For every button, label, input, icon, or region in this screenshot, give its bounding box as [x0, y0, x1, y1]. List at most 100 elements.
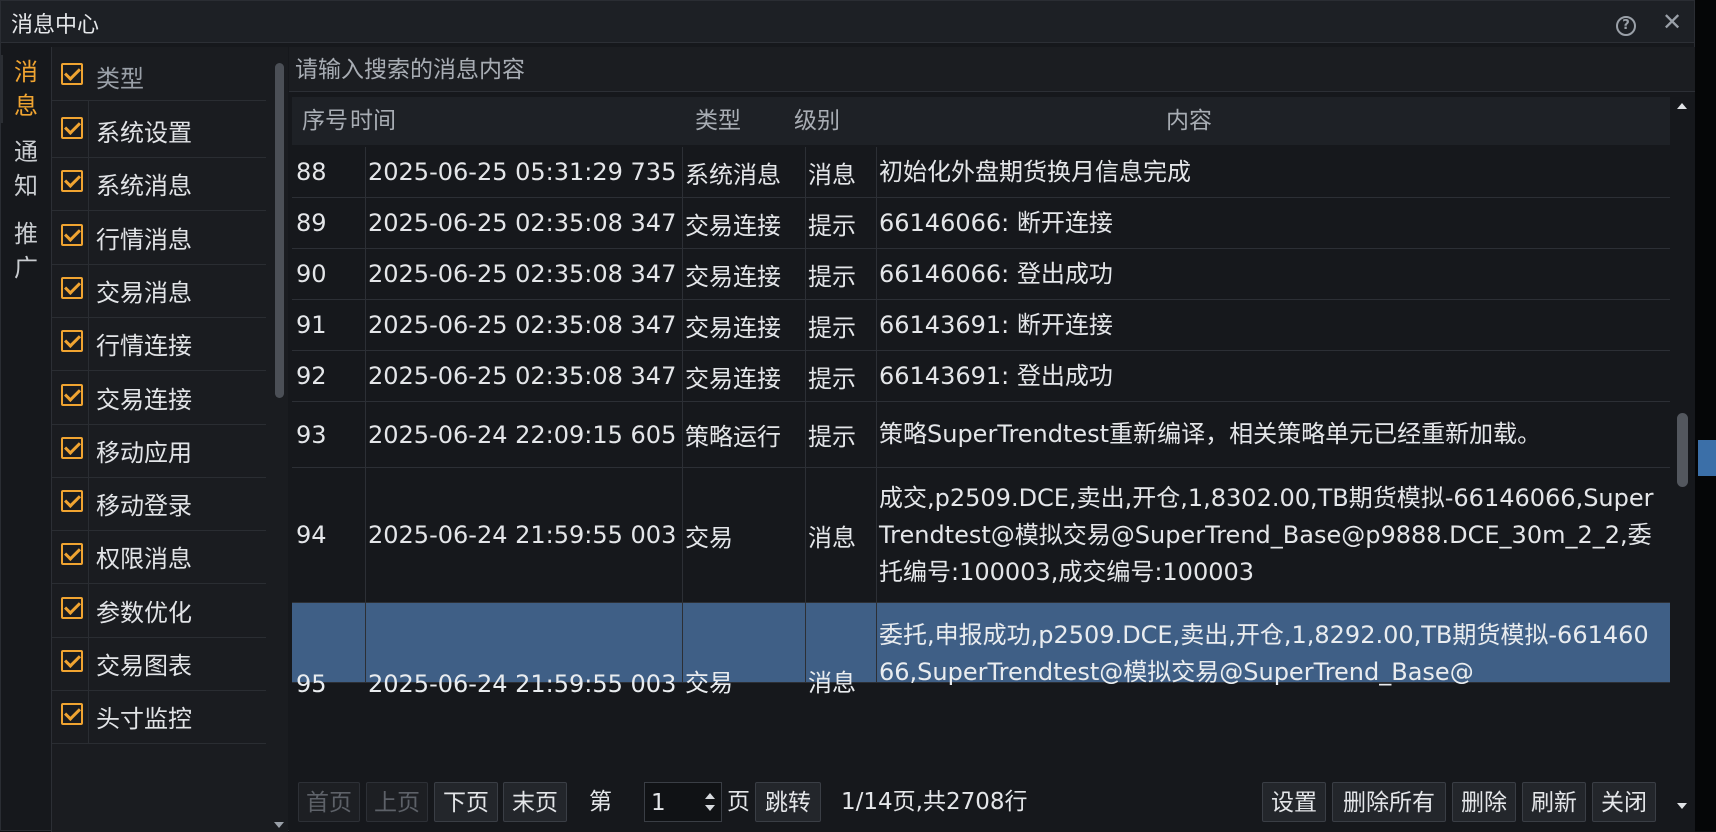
- message-center-window: 消息中心 ? ✕ 消 息 通 知 推 广 类型 系统设置 系统消息 行情消息 交易消息…: [0, 0, 1695, 832]
- category-item[interactable]: 交易连接: [52, 367, 266, 425]
- column-level[interactable]: 级别: [794, 97, 840, 145]
- last-page-button[interactable]: 末页: [503, 782, 567, 822]
- delete-all-button[interactable]: 删除所有: [1332, 782, 1446, 822]
- table-row[interactable]: 92 2025-06-25 02:35:08 347 交易连接 提示 66143691:…: [292, 351, 1670, 402]
- page-number-input[interactable]: [649, 785, 697, 821]
- row-level-cell-text: 提示: [808, 364, 856, 393]
- checkbox-checked-icon[interactable]: [61, 596, 83, 619]
- row-seq-cell: 89: [292, 198, 366, 248]
- category-item[interactable]: 交易消息: [52, 260, 266, 318]
- category-item-label: 行情消息: [96, 225, 192, 254]
- category-item-label: 交易消息: [96, 278, 192, 307]
- checkbox-checked-icon[interactable]: [61, 170, 83, 193]
- table-row[interactable]: 89 2025-06-25 02:35:08 347 交易连接 提示 66146066:…: [292, 198, 1670, 249]
- search-bar: [289, 47, 1695, 92]
- row-level-cell-text: 消息: [808, 523, 856, 552]
- checkbox-checked-icon[interactable]: [61, 703, 83, 726]
- close-window-button[interactable]: ✕: [1659, 9, 1685, 35]
- row-seq-cell: 92: [292, 351, 366, 401]
- category-scrollbar[interactable]: [270, 47, 288, 832]
- tab-messages[interactable]: 消 息: [1, 55, 49, 123]
- column-seq[interactable]: 序号: [302, 97, 348, 145]
- column-content[interactable]: 内容: [1166, 97, 1212, 145]
- table-row[interactable]: 93 2025-06-24 22:09:15 605 策略运行 提示 策略SuperTr…: [292, 402, 1670, 468]
- stepper-up-icon[interactable]: [705, 793, 715, 799]
- page-prefix: 第: [589, 789, 612, 815]
- category-item-label: 系统消息: [96, 172, 192, 201]
- checkbox-checked-icon[interactable]: [61, 650, 83, 672]
- refresh-button[interactable]: 刷新: [1522, 782, 1586, 822]
- tab-promotions[interactable]: 推 广: [3, 217, 49, 285]
- checkbox-checked-icon[interactable]: [61, 383, 83, 406]
- settings-button[interactable]: 设置: [1262, 782, 1326, 822]
- category-item-label: 交易连接: [96, 385, 192, 414]
- category-item[interactable]: 移动应用: [52, 420, 266, 478]
- checkbox-checked-icon[interactable]: [61, 436, 83, 459]
- row-level-cell: 提示: [806, 300, 877, 350]
- row-level-cell-text: 提示: [808, 313, 856, 342]
- stepper-down-icon[interactable]: [705, 805, 715, 811]
- category-item[interactable]: 权限消息: [52, 527, 266, 585]
- jump-button[interactable]: 跳转: [755, 782, 821, 822]
- table-row[interactable]: 91 2025-06-25 02:35:08 347 交易连接 提示 66143691:…: [292, 300, 1670, 351]
- page-number-stepper[interactable]: [644, 782, 722, 822]
- close-button[interactable]: 关闭: [1592, 782, 1656, 822]
- row-content-cell-text: 66146066: 断开连接: [879, 208, 1113, 237]
- row-content-cell: 66143691: 断开连接: [877, 300, 1670, 350]
- checkbox-checked-icon[interactable]: [61, 117, 83, 139]
- category-item[interactable]: 系统设置: [52, 101, 266, 158]
- close-icon: ✕: [1661, 8, 1683, 36]
- checkbox-checked-icon[interactable]: [61, 330, 83, 353]
- row-content-cell-text: 策略SuperTrendtest重新编译，相关策略单元已经重新加载。: [879, 420, 1542, 448]
- row-divider: [88, 527, 89, 584]
- tab-notices[interactable]: 通 知: [3, 135, 49, 203]
- row-content-cell: 66143691: 登出成功: [877, 351, 1670, 401]
- column-time[interactable]: 时间: [350, 97, 396, 145]
- checkbox-checked-icon[interactable]: [61, 543, 83, 566]
- category-item[interactable]: 系统消息: [52, 154, 266, 212]
- row-level-cell: 消息: [806, 147, 877, 197]
- category-item[interactable]: 行情连接: [52, 314, 266, 372]
- row-time-cell: 2025-06-25 02:35:08 347: [366, 198, 683, 248]
- scroll-up-arrow-icon[interactable]: [1677, 103, 1687, 109]
- scroll-down-arrow-icon[interactable]: [274, 822, 284, 828]
- table-scrollbar[interactable]: [1672, 97, 1692, 817]
- category-item[interactable]: 行情消息: [52, 207, 266, 265]
- category-item-label: 交易图表: [96, 652, 192, 680]
- row-seq-cell: 90: [292, 249, 366, 299]
- next-page-button[interactable]: 下页: [434, 782, 498, 822]
- help-button[interactable]: ?: [1613, 9, 1639, 36]
- checkbox-checked-icon[interactable]: [61, 276, 83, 299]
- row-time-cell-text: 2025-06-25 02:35:08 347: [368, 311, 677, 339]
- search-input[interactable]: [293, 50, 1677, 90]
- prev-page-button[interactable]: 上页: [366, 782, 428, 822]
- category-item[interactable]: 交易图表: [52, 634, 266, 691]
- row-level-cell: 提示: [806, 351, 877, 401]
- category-item[interactable]: 头寸监控: [52, 687, 266, 745]
- table-row[interactable]: 94 2025-06-24 21:59:55 003 交易 消息 成交,p2509.DC…: [292, 468, 1670, 603]
- background-marker: [1698, 440, 1716, 476]
- scrollbar-thumb[interactable]: [1677, 413, 1688, 487]
- category-item[interactable]: 参数优化: [52, 580, 266, 638]
- checkbox-checked-icon[interactable]: [61, 490, 83, 513]
- category-item-label: 头寸监控: [96, 705, 192, 734]
- checkbox-checked-icon[interactable]: [61, 223, 83, 246]
- checkbox-checked-icon[interactable]: [61, 63, 83, 85]
- table-row[interactable]: 95 2025-06-24 21:59:55 003 交易 消息 委托,申报成功,p25…: [292, 603, 1670, 698]
- row-divider: [88, 687, 89, 744]
- row-type-cell-text: 系统消息: [685, 160, 781, 189]
- row-seq-cell: 95: [292, 603, 366, 698]
- column-type[interactable]: 类型: [695, 97, 741, 145]
- row-seq-cell-text: 94: [296, 521, 327, 549]
- row-type-cell: 交易: [683, 468, 806, 602]
- category-item[interactable]: 移动登录: [52, 474, 266, 532]
- category-header[interactable]: 类型: [52, 47, 266, 101]
- first-page-button[interactable]: 首页: [298, 782, 360, 822]
- row-type-cell-text: 策略运行: [685, 423, 781, 451]
- table-row[interactable]: 88 2025-06-25 05:31:29 735 系统消息 消息 初始化外盘期货换月…: [292, 147, 1670, 198]
- delete-button[interactable]: 删除: [1452, 782, 1516, 822]
- row-divider: [88, 634, 89, 690]
- row-content-cell: 成交,p2509.DCE,卖出,开仓,1,8302.00,TB期货模拟-6614…: [877, 468, 1670, 602]
- table-row[interactable]: 90 2025-06-25 02:35:08 347 交易连接 提示 66146066:…: [292, 249, 1670, 300]
- scrollbar-thumb[interactable]: [275, 63, 284, 398]
